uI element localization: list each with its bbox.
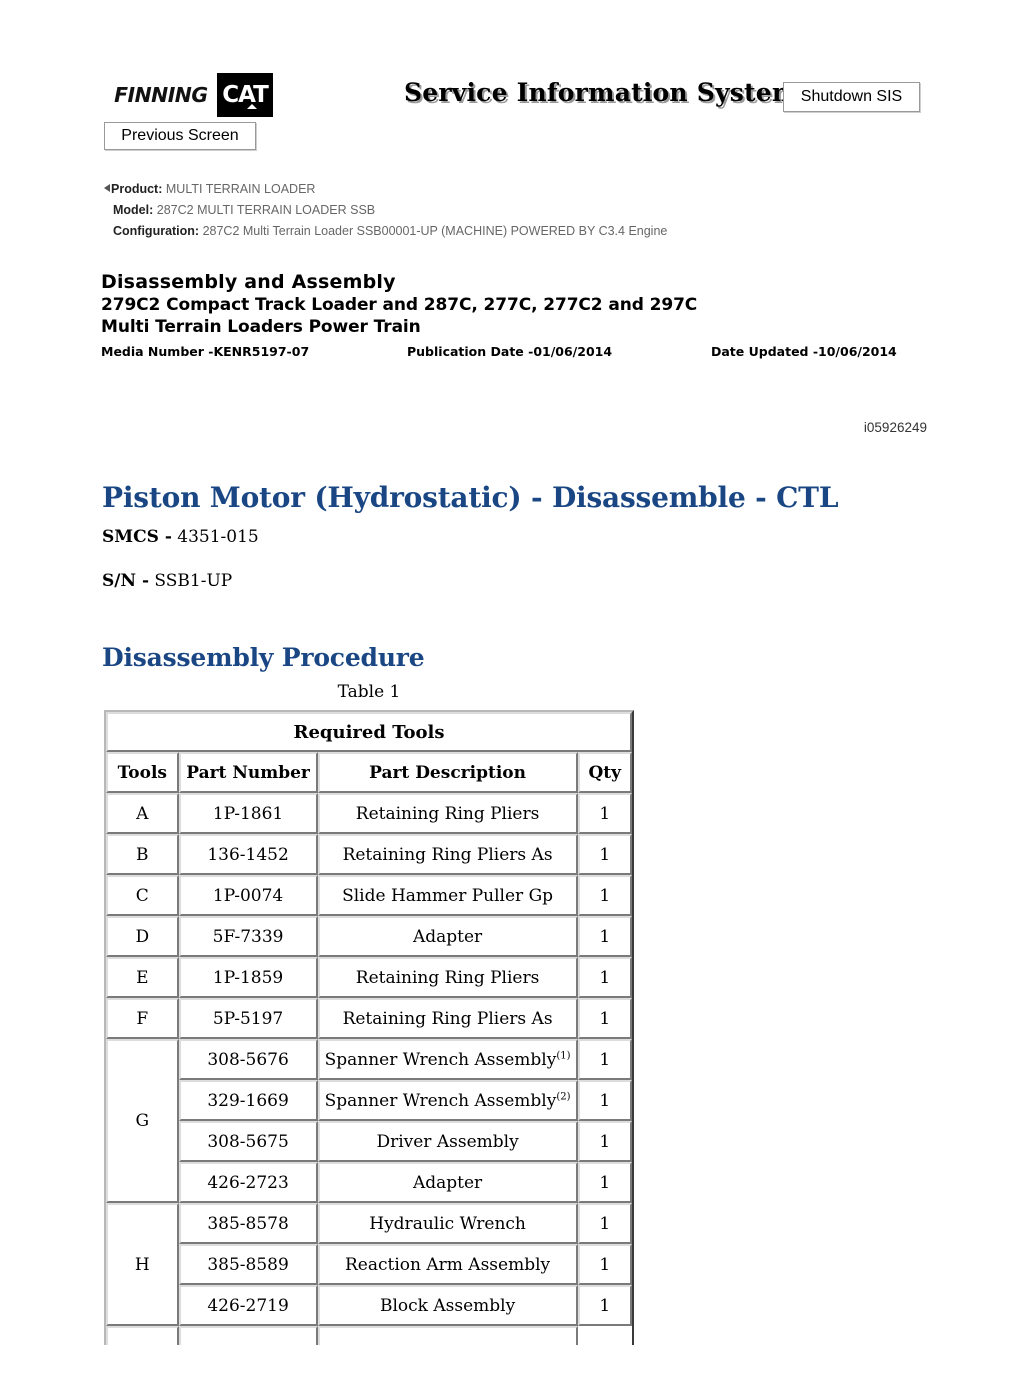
table-row: 385-8589 Reaction Arm Assembly 1: [106, 1244, 632, 1285]
required-tools-table: Required Tools Tools Part Number Part Descr…: [104, 710, 634, 1345]
cell-part-description: Retaining Ring Pliers As: [317, 998, 578, 1039]
cell-tool-letter: B: [106, 834, 179, 875]
table-row: D 5F-7339 Adapter 1: [106, 916, 632, 957]
cat-triangle-mask: [243, 109, 261, 113]
cell-part-number: 329-1669: [178, 1080, 318, 1121]
table-title-row: Required Tools: [106, 712, 632, 752]
cell-part-number: 385-8578: [178, 1203, 318, 1244]
table-row: G 308-5676 Spanner Wrench Assembly(1) 1: [106, 1039, 632, 1203]
cell-qty: 1: [577, 1121, 632, 1162]
cell-qty: 1: [577, 957, 632, 998]
cell-tool-letter: H: [106, 1203, 179, 1326]
cell-tool-letter: A: [106, 793, 179, 834]
cat-logo-text: CAT: [222, 81, 269, 108]
cell-part-description: Retaining Ring Pliers: [317, 793, 578, 834]
cell-part-description: Slide Hammer Puller Gp: [317, 875, 578, 916]
table-row: H 385-8578 Hydraulic Wrench 1: [106, 1203, 632, 1326]
cell-part-description: Driver Assembly: [317, 1121, 578, 1162]
cell-qty: 1: [577, 1285, 632, 1326]
cell-part-number: 426-2719: [178, 1285, 318, 1326]
cell-part-number: 426-2723: [178, 1162, 318, 1203]
cell-qty: 1: [577, 1162, 632, 1203]
footnote-marker[interactable]: (1): [556, 1050, 570, 1061]
footnote-marker[interactable]: (2): [556, 1091, 570, 1102]
column-header-qty: Qty: [577, 752, 632, 793]
cell-part-number: 5P-5197: [178, 998, 318, 1039]
table-row: B 136-1452 Retaining Ring Pliers As 1: [106, 834, 632, 875]
table-clip-region: Table 1 Required Tools Tools Part Number Pa…: [0, 0, 1024, 1345]
cell-part-description: Reaction Arm Assembly: [317, 1244, 578, 1285]
cell-qty: 1: [577, 875, 632, 916]
table-row: F 5P-5197 Retaining Ring Pliers As 1: [106, 998, 632, 1039]
cell-part-number: 136-1452: [178, 834, 318, 875]
cell-tool-letter: D: [106, 916, 179, 957]
cell-part-number: 5F-7339: [178, 916, 318, 957]
cell-qty: 1: [577, 834, 632, 875]
cell-qty: 1: [577, 998, 632, 1039]
cell-part-description: Hydraulic Wrench: [317, 1203, 578, 1244]
cell-part-number: 308-5676: [178, 1039, 318, 1080]
cell-tool-letter: C: [106, 875, 179, 916]
table-title-cell: Required Tools: [106, 712, 632, 752]
cell-tool-letter: E: [106, 957, 179, 998]
cell-part-description: Block Assembly: [317, 1285, 578, 1326]
cell-part-description: [178, 1326, 318, 1345]
table-header-row: Tools Part Number Part Description Qty: [106, 752, 632, 793]
cell-part-number: [106, 1326, 179, 1345]
table-caption: Table 1: [337, 682, 401, 702]
cell-part-description: Retaining Ring Pliers: [317, 957, 578, 998]
cell-part-number: 1P-1861: [178, 793, 318, 834]
cell-qty: 1: [577, 1244, 632, 1285]
cell-qty: [317, 1326, 578, 1345]
table-row: A 1P-1861 Retaining Ring Pliers 1: [106, 793, 632, 834]
cell-part-description: Spanner Wrench Assembly(2): [317, 1080, 578, 1121]
column-header-part-description: Part Description: [317, 752, 578, 793]
table-row: C 1P-0074 Slide Hammer Puller Gp 1: [106, 875, 632, 916]
cell-part-number: 1P-0074: [178, 875, 318, 916]
table-row: 426-2723 Adapter 1: [106, 1162, 632, 1203]
cell-part-number: 1P-1859: [178, 957, 318, 998]
cell-part-number: 308-5675: [178, 1121, 318, 1162]
cell-part-number: 385-8589: [178, 1244, 318, 1285]
cell-part-description: Spanner Wrench Assembly(1): [317, 1039, 578, 1080]
cell-qty: 1: [577, 1203, 632, 1244]
column-header-tools: Tools: [106, 752, 179, 793]
column-header-part-number: Part Number: [178, 752, 318, 793]
cell-qty: 1: [577, 916, 632, 957]
table-row: [106, 1326, 632, 1345]
cell-qty: 1: [577, 1039, 632, 1080]
cell-part-description: Adapter: [317, 916, 578, 957]
cell-qty: 1: [577, 793, 632, 834]
cell-tool-letter: F: [106, 998, 179, 1039]
cell-part-description: Retaining Ring Pliers As: [317, 834, 578, 875]
cell-part-description: Adapter: [317, 1162, 578, 1203]
table-row: 308-5675 Driver Assembly 1: [106, 1121, 632, 1162]
table-row: E 1P-1859 Retaining Ring Pliers 1: [106, 957, 632, 998]
table-row: 329-1669 Spanner Wrench Assembly(2) 1: [106, 1080, 632, 1121]
table-row: 426-2719 Block Assembly 1: [106, 1285, 632, 1326]
cell-qty: 1: [577, 1080, 632, 1121]
cell-tool-letter: G: [106, 1039, 179, 1203]
